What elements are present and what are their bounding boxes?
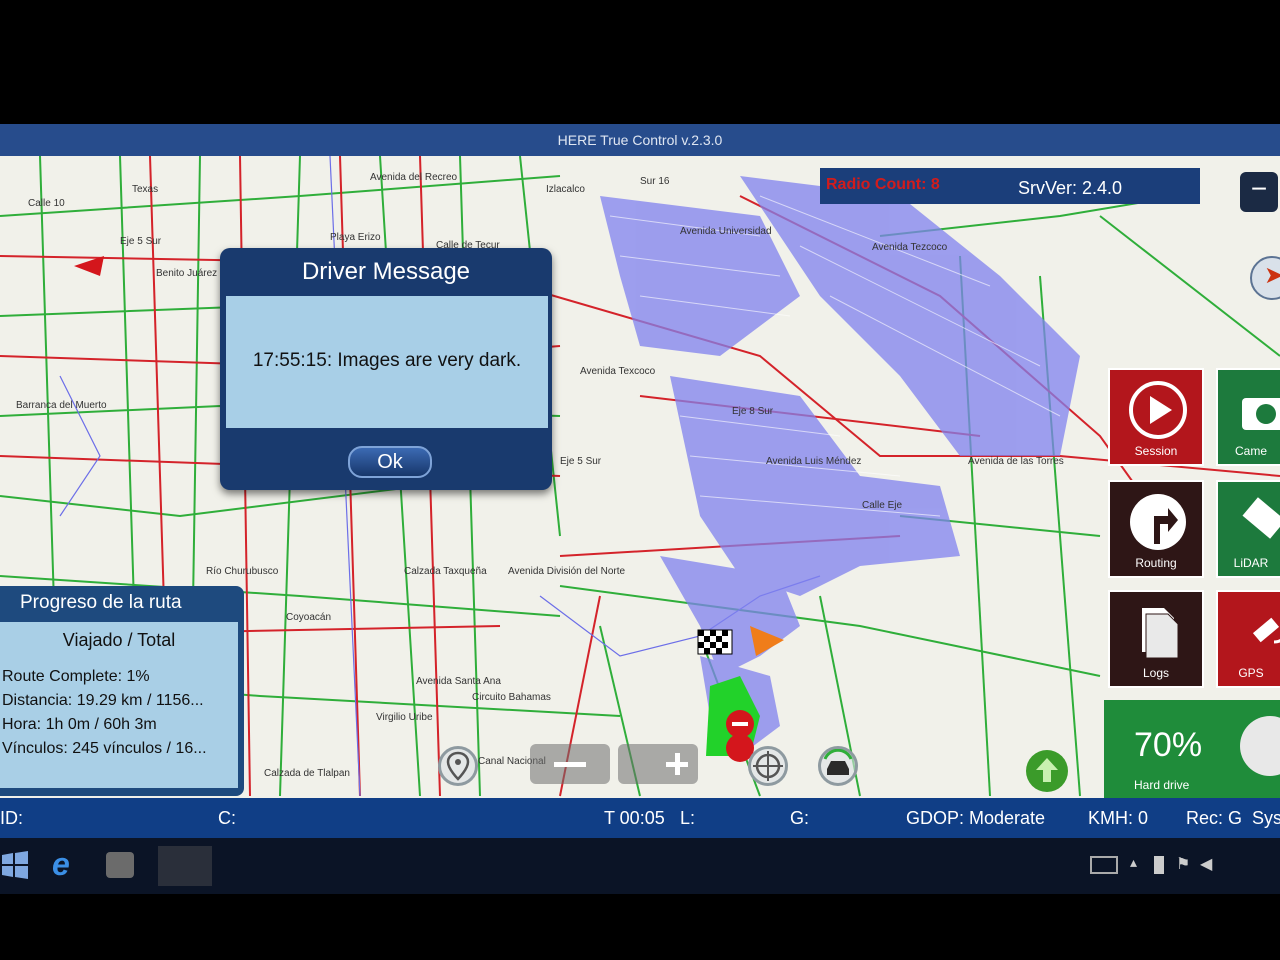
follow-vehicle-button[interactable] (818, 746, 858, 786)
lidar-button[interactable]: LiDAR (1216, 480, 1280, 578)
street-label: Eje 5 Sur (120, 236, 162, 247)
lidar-icon (1242, 497, 1280, 539)
status-c: C: (218, 808, 236, 828)
minus-icon (554, 762, 586, 767)
status-kmh: KMH: 0 (1088, 808, 1149, 828)
hard-drive-tile[interactable]: 70% Hard drive (1104, 700, 1280, 798)
street-label: Eje 5 Sur (560, 456, 602, 467)
windows-start-icon[interactable] (0, 850, 30, 880)
volume-icon[interactable]: ◀ (1200, 854, 1212, 874)
status-gdop: GDOP: Moderate (906, 808, 1046, 828)
time: Hora: 1h 0m / 60h 3m (2, 716, 157, 733)
status-sys: Sys (1252, 808, 1280, 828)
camera-button[interactable]: Came (1216, 368, 1280, 466)
zoom-out-button[interactable] (530, 744, 610, 784)
street-label: Calle Eje (862, 500, 903, 511)
routing-label: Routing (1135, 556, 1177, 570)
session-button[interactable]: Session (1108, 368, 1204, 466)
up-arrow-icon (1036, 758, 1058, 782)
home-button[interactable] (1026, 750, 1068, 792)
status-bar: ID: C: T 00:05 L: G: GDOP: Moderate KMH:… (0, 798, 1280, 838)
battery-icon (1154, 856, 1164, 874)
status-g: G: (790, 808, 810, 828)
street-label: Avenida División del Norte (508, 566, 626, 577)
street-label: Circuito Bahamas (472, 692, 551, 703)
street-label: Avenida Tezcoco (872, 242, 948, 253)
app-icon[interactable] (106, 852, 134, 878)
routing-button[interactable]: Routing (1108, 480, 1204, 578)
app-screen: HERE True Control v.2.3.0 Calle 10 Texas… (0, 124, 1280, 894)
links: Vínculos: 245 vínculos / 16... (2, 740, 207, 757)
street-label: Río Churubusco (206, 566, 279, 577)
logs-label: Logs (1142, 666, 1170, 680)
session-label: Session (1134, 444, 1178, 458)
minimize-button[interactable]: − (1240, 172, 1278, 212)
crosshair-icon (753, 751, 783, 781)
car-icon (823, 748, 853, 775)
flag-icon[interactable]: ⚑ (1176, 854, 1190, 874)
zoom-in-button[interactable] (618, 744, 698, 784)
location-pin-icon (446, 751, 470, 781)
dialog-body: 17:55:15: Images are very dark. (226, 296, 548, 428)
location-pin-button[interactable] (438, 746, 478, 786)
street-label: Texas (132, 184, 159, 195)
street-label: Sur 16 (640, 176, 670, 187)
recenter-button[interactable] (748, 746, 788, 786)
street-label: Playa Erizo (330, 232, 381, 243)
tray-arrow-icon[interactable]: ▴ (1130, 854, 1137, 871)
street-label: Avenida Universidad (680, 226, 772, 237)
dialog-message: 17:55:15: Images are very dark. (252, 350, 522, 371)
driver-message-dialog: Driver Message 17:55:15: Images are very… (220, 248, 552, 490)
dialog-title: Driver Message (301, 258, 471, 285)
street-label: Calzada Taxqueña (404, 566, 487, 577)
street-label: Avenida del Recreo (370, 172, 458, 183)
internet-explorer-icon[interactable]: e (52, 846, 70, 883)
street-label: Calle 10 (28, 198, 65, 209)
camera-label: Came (1234, 444, 1267, 458)
street-label: Benito Juárez (156, 268, 218, 279)
status-time: T 00:05 (604, 808, 665, 828)
street-label: Eje 8 Sur (732, 406, 774, 417)
status-id: ID: (0, 808, 24, 828)
radio-count: Radio Count: 8 (826, 176, 940, 193)
route-turn-icon (1130, 494, 1186, 550)
street-label: Barranca del Muerto (16, 400, 107, 411)
progress-body: Viajado / Total Route Complete: 1% Dista… (0, 622, 238, 788)
keyboard-icon[interactable] (1090, 856, 1118, 874)
street-label: Izlacalco (546, 184, 585, 195)
satellite-icon (1252, 617, 1280, 644)
street-label: Avenida de las Torres (968, 456, 1064, 467)
status-l: L: (680, 808, 696, 828)
taskbar: e ▴ ⚑ ◀ (0, 838, 1280, 894)
status-rec: Rec: G (1186, 808, 1243, 828)
camera-icon (1242, 398, 1280, 430)
disk-icon (1240, 716, 1280, 776)
hard-drive-label: Hard drive (1134, 778, 1190, 792)
street-label: Calzada de Tlalpan (264, 768, 350, 779)
server-version: SrvVer: 2.4.0 (1018, 178, 1123, 198)
progress-title: Progreso de la ruta (20, 592, 182, 613)
here-app-taskbar-icon[interactable] (158, 846, 212, 886)
progress-subtitle: Viajado / Total (62, 630, 176, 650)
lidar-label: LiDAR (1233, 556, 1269, 570)
route-progress-panel: Progreso de la ruta Viajado / Total Rout… (0, 586, 244, 796)
street-label: Avenida Luis Méndez (766, 456, 862, 467)
document-icon (1142, 608, 1179, 659)
ok-button[interactable]: Ok (348, 446, 432, 478)
route-complete: Route Complete: 1% (2, 668, 150, 685)
street-label: Avenida Texcoco (580, 366, 656, 377)
play-icon (1129, 381, 1187, 439)
street-label: Avenida Santa Ana (416, 676, 501, 687)
street-label: Virgilio Uribe (376, 712, 433, 723)
window-title: HERE True Control v.2.3.0 (0, 124, 1280, 156)
street-label: Coyoacán (286, 612, 332, 623)
distance: Distancia: 19.29 km / 1156... (2, 692, 204, 709)
hard-drive-value: 70% (1134, 726, 1203, 764)
gps-label: GPS (1238, 666, 1264, 680)
logs-button[interactable]: Logs (1108, 590, 1204, 688)
gps-button[interactable]: GPS (1216, 590, 1280, 688)
